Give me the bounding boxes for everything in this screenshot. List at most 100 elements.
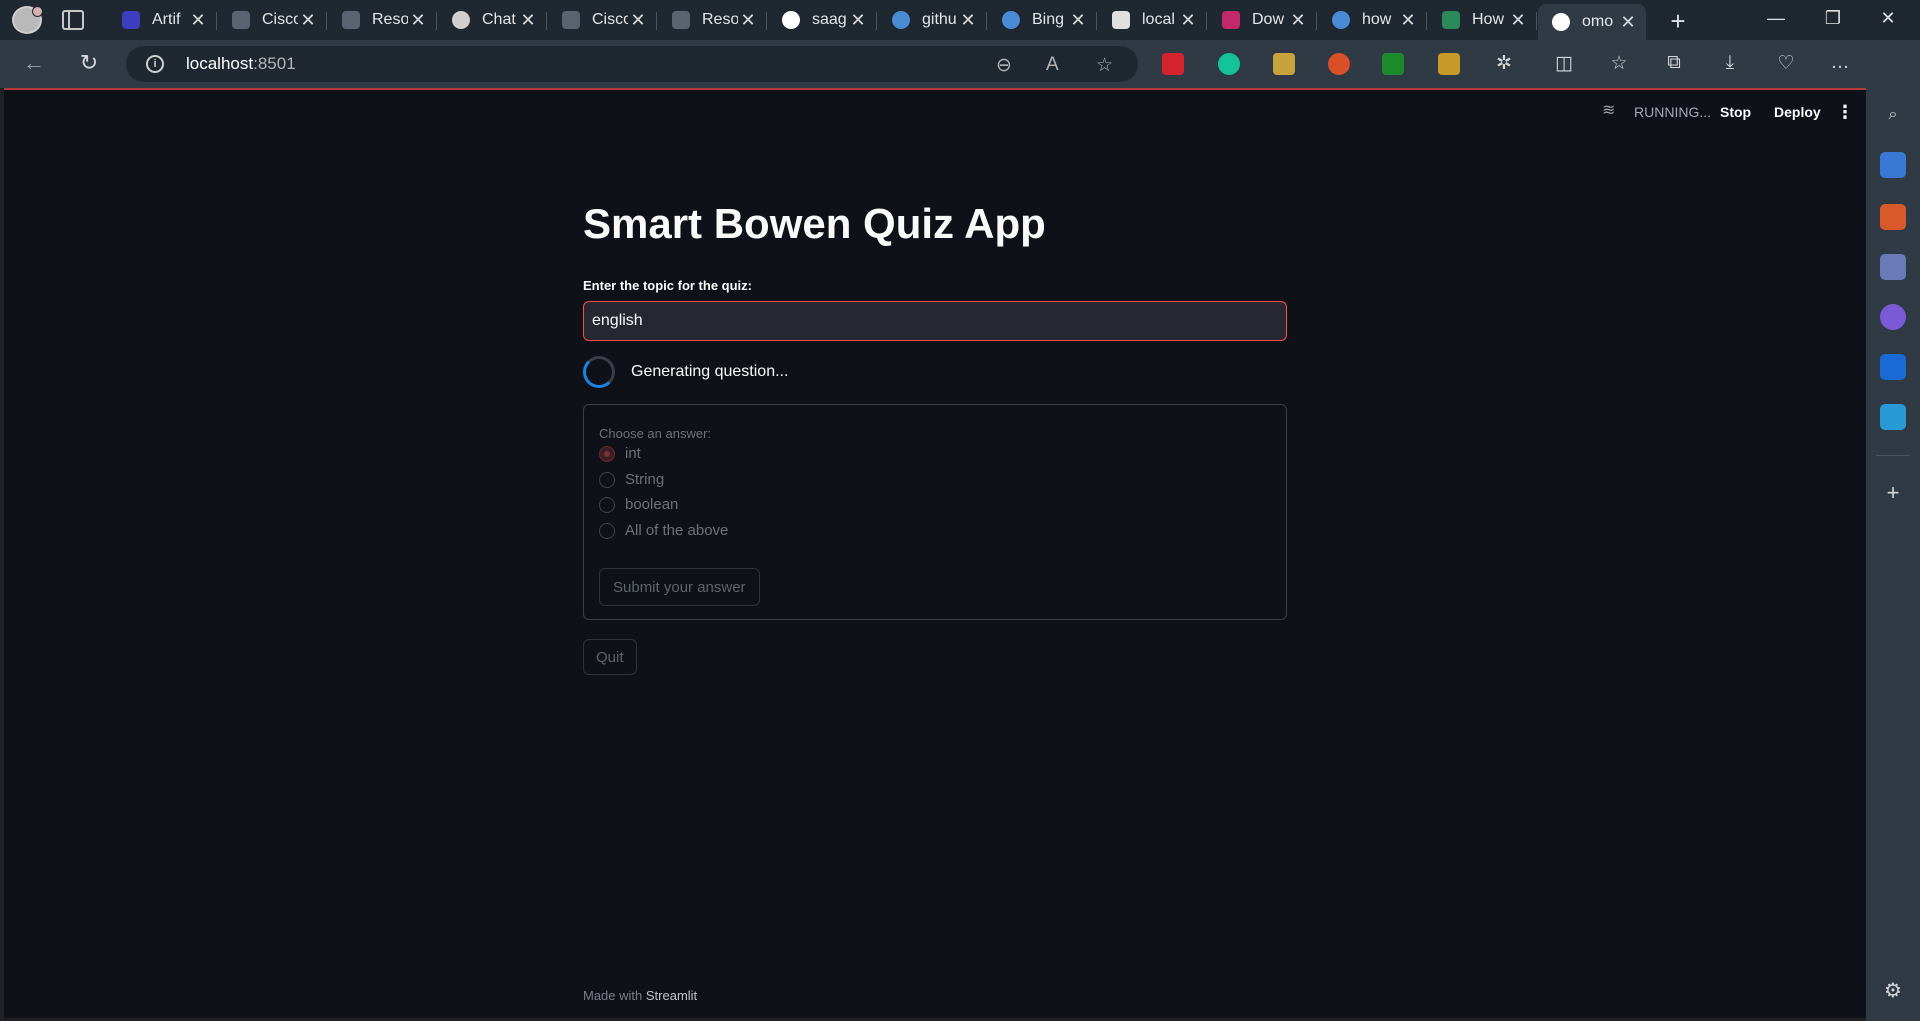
tab-title: Chat: [482, 11, 516, 28]
close-window-icon[interactable]: ✕: [1876, 8, 1900, 29]
browser-toolbar: ← ↻ i localhost:8501 ⊖ A ☆ ✲ ◫ ☆ ⧉ ⤓ ♡ …: [0, 40, 1920, 88]
browser-tab[interactable]: Dow ✕: [1208, 4, 1317, 36]
browser-tab[interactable]: Reso ✕: [658, 4, 767, 36]
browser-tab[interactable]: how ✕: [1318, 4, 1427, 36]
tab-close-icon[interactable]: ✕: [848, 10, 868, 31]
radio-option[interactable]: boolean: [599, 496, 678, 513]
quit-button[interactable]: Quit: [583, 639, 637, 675]
search-icon[interactable]: ⌕: [1880, 102, 1906, 128]
radio-option[interactable]: All of the above: [599, 522, 728, 539]
tab-close-icon[interactable]: ✕: [408, 10, 428, 31]
tab-title: Reso: [702, 11, 738, 28]
tab-favicon-icon: [782, 11, 800, 29]
browser-tab[interactable]: Cisco ✕: [548, 4, 657, 36]
sidebar-settings-gear-icon[interactable]: ⚙: [1880, 978, 1906, 1004]
tab-close-icon[interactable]: ✕: [1288, 10, 1308, 31]
browser-tab[interactable]: local ✕: [1098, 4, 1207, 36]
split-screen-icon[interactable]: ◫: [1552, 52, 1576, 75]
tab-close-icon[interactable]: ✕: [1068, 10, 1088, 31]
streamlit-link[interactable]: Streamlit: [646, 988, 697, 1003]
zoom-out-icon[interactable]: ⊖: [996, 54, 1012, 77]
tab-close-icon[interactable]: ✕: [1178, 10, 1198, 31]
tools-briefcase-icon[interactable]: [1880, 204, 1906, 230]
browser-tab[interactable]: saag ✕: [768, 4, 877, 36]
tab-close-icon[interactable]: ✕: [518, 10, 538, 31]
downloads-icon[interactable]: ⤓: [1718, 52, 1742, 74]
rocket-extension-icon[interactable]: [1328, 53, 1350, 75]
tab-title: Reso: [372, 11, 408, 28]
answer-form: Choose an answer: int String boolean All…: [583, 404, 1287, 620]
tab-title: Cisco: [592, 11, 628, 28]
browser-tab[interactable]: Chat ✕: [438, 4, 547, 36]
answer-prompt: Choose an answer:: [599, 426, 712, 441]
browser-essentials-icon[interactable]: ♡: [1774, 52, 1798, 75]
favorite-star-icon[interactable]: ☆: [1096, 54, 1113, 77]
tab-favicon-icon: [452, 11, 470, 29]
restore-icon[interactable]: ❐: [1821, 8, 1845, 29]
running-status: RUNNING...: [1634, 104, 1711, 120]
browser-tab-active[interactable]: omo ✕: [1538, 4, 1646, 40]
site-info-icon[interactable]: i: [146, 55, 164, 73]
pencil-extension-icon[interactable]: [1438, 53, 1460, 75]
tab-close-icon[interactable]: ✕: [738, 10, 758, 31]
tab-title: saag: [812, 11, 847, 28]
topic-input[interactable]: [583, 301, 1287, 341]
radio-option[interactable]: String: [599, 471, 664, 488]
browser-tab[interactable]: Cisco ✕: [218, 4, 327, 36]
address-url[interactable]: localhost:8501: [186, 54, 296, 74]
browser-tab[interactable]: Artif ✕: [108, 4, 217, 36]
add-sidebar-app-icon[interactable]: +: [1880, 480, 1906, 506]
tab-favicon-icon: [232, 11, 250, 29]
telegram-icon[interactable]: [1880, 404, 1906, 430]
browser-tab[interactable]: Reso ✕: [328, 4, 437, 36]
extension-icon[interactable]: [1162, 53, 1184, 75]
tab-favicon-icon: [672, 11, 690, 29]
collections-icon[interactable]: ⧉: [1662, 52, 1686, 74]
tab-favicon-icon: [1552, 13, 1570, 31]
settings-more-icon[interactable]: …: [1828, 52, 1852, 74]
read-aloud-icon[interactable]: A: [1046, 54, 1059, 76]
tab-close-icon[interactable]: ✕: [628, 10, 648, 31]
profile-avatar[interactable]: [12, 6, 43, 34]
submit-answer-button[interactable]: Submit your answer: [599, 568, 760, 606]
extension-icon[interactable]: [1273, 53, 1295, 75]
loading-spinner-icon: [583, 356, 615, 388]
back-icon[interactable]: ←: [20, 50, 48, 76]
app-page: ≋ RUNNING... Stop Deploy ⋮ Smart Bowen Q…: [4, 90, 1866, 1018]
generating-status: Generating question...: [631, 363, 789, 380]
main-menu-icon[interactable]: ⋮: [1836, 102, 1854, 123]
tab-close-icon[interactable]: ✕: [1398, 10, 1418, 31]
browser-tab[interactable]: githu ✕: [878, 4, 987, 36]
outlook-icon[interactable]: [1880, 354, 1906, 380]
address-host: localhost: [186, 54, 254, 73]
tab-favicon-icon: [562, 11, 580, 29]
radio-option[interactable]: int: [599, 445, 641, 462]
tab-close-icon[interactable]: ✕: [298, 10, 318, 31]
minimize-icon[interactable]: —: [1764, 8, 1788, 29]
grammarly-icon[interactable]: [1218, 53, 1240, 75]
deploy-button[interactable]: Deploy: [1774, 104, 1821, 120]
address-bar[interactable]: i localhost:8501 ⊖ A ☆: [126, 46, 1138, 82]
sidebar-divider: [1876, 455, 1910, 456]
tab-close-icon[interactable]: ✕: [958, 10, 978, 31]
browser-tab[interactable]: How ✕: [1428, 4, 1537, 36]
browser-tab[interactable]: Bing ✕: [988, 4, 1097, 36]
copilot-icon[interactable]: [1880, 304, 1906, 330]
tab-close-icon[interactable]: ✕: [188, 10, 208, 31]
favorites-icon[interactable]: ☆: [1607, 52, 1631, 75]
download-extension-icon[interactable]: [1382, 53, 1404, 75]
tab-actions-icon[interactable]: [62, 10, 84, 30]
games-icon[interactable]: [1880, 254, 1906, 280]
footer: Made with Streamlit: [583, 988, 697, 1003]
radio-option-label: All of the above: [625, 522, 729, 539]
refresh-icon[interactable]: ↻: [75, 50, 103, 76]
stop-button[interactable]: Stop: [1720, 104, 1751, 120]
tab-close-icon[interactable]: ✕: [1508, 10, 1528, 31]
tab-strip: Artif ✕ Cisco ✕ Reso ✕ Chat ✕ Cisco ✕ Reso ✕ s…: [0, 0, 1920, 40]
new-tab-icon[interactable]: +: [1664, 6, 1692, 37]
tab-title: local: [1142, 11, 1175, 28]
tab-close-icon[interactable]: ✕: [1618, 12, 1638, 33]
shopping-tag-icon[interactable]: [1880, 152, 1906, 178]
tab-title: omo: [1582, 13, 1614, 30]
extensions-icon[interactable]: ✲: [1492, 52, 1516, 75]
